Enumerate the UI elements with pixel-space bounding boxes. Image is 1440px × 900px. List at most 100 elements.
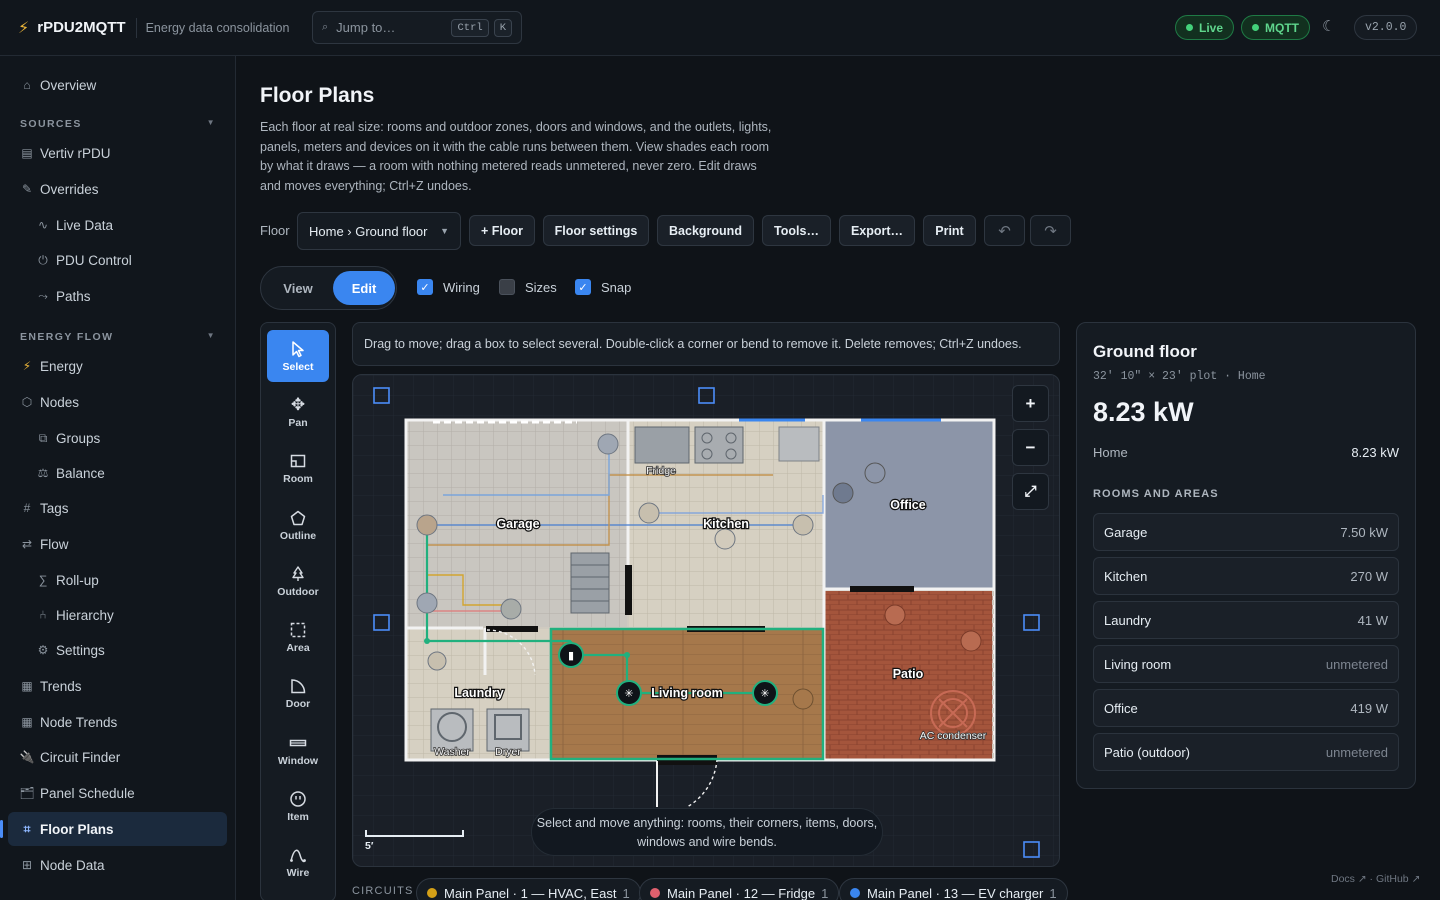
- zoom-in-button[interactable]: +: [1012, 385, 1049, 422]
- sidebar-item-vertiv[interactable]: ▤ Vertiv rPDU: [8, 136, 227, 170]
- sidebar-section-sources[interactable]: SOURCES ▼: [20, 118, 216, 130]
- unchecked-box: [499, 279, 515, 295]
- sidebar-item-circuit-finder[interactable]: 🔌 Circuit Finder: [8, 740, 227, 774]
- fit-view-button[interactable]: ⤢: [1012, 473, 1049, 510]
- tree-icon: [292, 565, 304, 581]
- brand[interactable]: ⚡ rPDU2MQTT Energy data consolidation: [18, 17, 289, 38]
- tool-select[interactable]: Select: [267, 330, 329, 382]
- label-kitchen: Kitchen: [703, 517, 749, 531]
- sidebar-item-panel-schedule[interactable]: 🗂 Panel Schedule: [8, 776, 227, 810]
- room-row[interactable]: Laundry 41 W: [1093, 601, 1399, 639]
- tools-button[interactable]: Tools…: [762, 215, 831, 246]
- sidebar-item-paths[interactable]: ⤳ Paths: [8, 279, 227, 313]
- tool-outdoor[interactable]: Outdoor: [267, 555, 329, 607]
- page-description: Each floor at real size: rooms and outdo…: [260, 120, 772, 193]
- room-row[interactable]: Garage 7.50 kW: [1093, 513, 1399, 551]
- undo-button[interactable]: ↶: [984, 215, 1025, 246]
- caret-down-icon: ▼: [440, 226, 449, 236]
- chart-icon: ▦: [21, 679, 33, 693]
- plug-icon: 🔌: [19, 750, 35, 764]
- sidebar-item-pdu-control[interactable]: ⏻ PDU Control: [8, 243, 227, 277]
- pulse-icon: ∿: [37, 218, 49, 232]
- sidebar-section-energy-flow[interactable]: ENERGY FLOW ▼: [20, 331, 216, 343]
- sidebar-item-overview[interactable]: ⌂ Overview: [8, 68, 227, 102]
- add-floor-button[interactable]: + Floor: [469, 215, 535, 246]
- sizes-checkbox[interactable]: Sizes: [499, 279, 557, 295]
- sidebar-item-overrides[interactable]: ✎ Overrides: [8, 172, 227, 206]
- sidebar-item-node-trends[interactable]: ▦ Node Trends: [8, 705, 227, 739]
- sidebar-item-flow[interactable]: ⇄ Flow: [8, 527, 227, 561]
- room-row[interactable]: Living room unmetered: [1093, 645, 1399, 683]
- tool-area[interactable]: Area: [267, 611, 329, 663]
- tool-room[interactable]: Room: [267, 442, 329, 494]
- tool-pan[interactable]: ✥ Pan: [267, 386, 329, 438]
- room-icon: [290, 454, 306, 467]
- sidebar-item-balance[interactable]: ⚖ Balance: [8, 456, 227, 490]
- theme-toggle-moon-icon[interactable]: ☾: [1322, 17, 1335, 35]
- mode-view-button[interactable]: View: [267, 271, 329, 305]
- sidebar-item-trends[interactable]: ▦ Trends: [8, 669, 227, 703]
- sidebar-item-node-data[interactable]: ⊞ Node Data: [8, 848, 227, 882]
- tool-wire[interactable]: Wire: [267, 836, 329, 888]
- sink-fixture: [778, 426, 820, 462]
- flow-icon: ⇄: [21, 537, 33, 551]
- bolt-icon: ⚡: [18, 19, 30, 37]
- circuit-chip[interactable]: Main Panel · 1 — HVAC, East 1: [416, 878, 641, 900]
- mqtt-status-badge[interactable]: MQTT: [1241, 15, 1310, 40]
- wiring-checkbox[interactable]: ✓ Wiring: [417, 279, 480, 295]
- live-status-badge[interactable]: Live: [1175, 15, 1235, 40]
- floor-settings-button[interactable]: Floor settings: [543, 215, 649, 246]
- floor-label: Floor: [260, 223, 290, 238]
- background-button[interactable]: Background: [657, 215, 754, 246]
- stove-appliance[interactable]: [694, 426, 744, 464]
- door-icon: [291, 678, 306, 693]
- label-dryer: Dryer: [495, 746, 521, 758]
- circuit-chip[interactable]: Main Panel · 12 — Fridge 1: [639, 878, 840, 900]
- room-row[interactable]: Office 419 W: [1093, 689, 1399, 727]
- room-row[interactable]: Patio (outdoor) unmetered: [1093, 733, 1399, 771]
- circuit-color-dot: [427, 888, 437, 898]
- panel-total-power: 8.23 kW: [1093, 397, 1194, 427]
- scale-bar: 5′: [365, 830, 464, 852]
- editor-hint: Drag to move; drag a box to select sever…: [352, 322, 1060, 366]
- sidebar-item-nodes[interactable]: ⬡ Nodes: [8, 385, 227, 419]
- mode-edit-button[interactable]: Edit: [333, 271, 395, 305]
- sidebar-item-floor-plans[interactable]: ⌗ Floor Plans: [0, 812, 227, 846]
- sidebar-item-live-data[interactable]: ∿ Live Data: [8, 208, 227, 242]
- export-button[interactable]: Export…: [839, 215, 915, 246]
- washer-appliance[interactable]: [430, 708, 474, 752]
- circuit-chip[interactable]: Main Panel · 13 — EV charger 1: [839, 878, 1068, 900]
- label-living-room: Living room: [651, 686, 723, 700]
- label-office: Office: [890, 498, 925, 512]
- room-row[interactable]: Kitchen 270 W: [1093, 557, 1399, 595]
- footer-links[interactable]: Docs ↗ · GitHub ↗: [1331, 873, 1420, 885]
- circuit-color-dot: [850, 888, 860, 898]
- tool-outline[interactable]: Outline: [267, 499, 329, 551]
- power-icon: ⏻: [38, 252, 48, 267]
- jump-to-search[interactable]: ⌕ Jump to… Ctrl K: [312, 11, 522, 44]
- chevron-down-icon: ▼: [206, 118, 216, 127]
- live-label: Live: [1199, 20, 1224, 35]
- sidebar-item-energy[interactable]: ⚡ Energy: [8, 349, 227, 383]
- zoom-out-button[interactable]: −: [1012, 429, 1049, 466]
- sidebar-item-hierarchy[interactable]: ⑃ Hierarchy: [8, 598, 227, 632]
- snap-checkbox[interactable]: ✓ Snap: [575, 279, 631, 295]
- scale-bar-label: 5′: [365, 840, 374, 852]
- dryer-appliance[interactable]: [486, 708, 530, 752]
- folder-icon: 🗂: [19, 786, 35, 800]
- tool-item[interactable]: Item: [267, 780, 329, 832]
- sidebar-item-settings[interactable]: ⚙ Settings: [8, 633, 227, 667]
- floor-plan-canvas[interactable]: ▮ ✳ ✳ Garage Kitchen Office Laundry Living…: [352, 374, 1060, 867]
- rooms-section-title: ROOMS AND AREAS: [1093, 488, 1219, 500]
- svg-text:▮: ▮: [568, 649, 574, 662]
- tool-door[interactable]: Door: [267, 667, 329, 719]
- print-button[interactable]: Print: [923, 215, 976, 246]
- tool-window[interactable]: Window: [267, 724, 329, 776]
- fridge-appliance[interactable]: [634, 426, 690, 464]
- sidebar-item-rollup[interactable]: ∑ Roll-up: [8, 563, 227, 597]
- floor-select[interactable]: Home › Ground floor ▼: [297, 212, 461, 250]
- sidebar-item-tags[interactable]: # Tags: [8, 491, 227, 525]
- redo-button[interactable]: ↷: [1030, 215, 1071, 246]
- floor-plan-svg[interactable]: ▮ ✳ ✳ Garage Kitchen Office Laundry Living…: [353, 375, 1060, 867]
- sidebar-item-groups[interactable]: ⧉ Groups: [8, 421, 227, 455]
